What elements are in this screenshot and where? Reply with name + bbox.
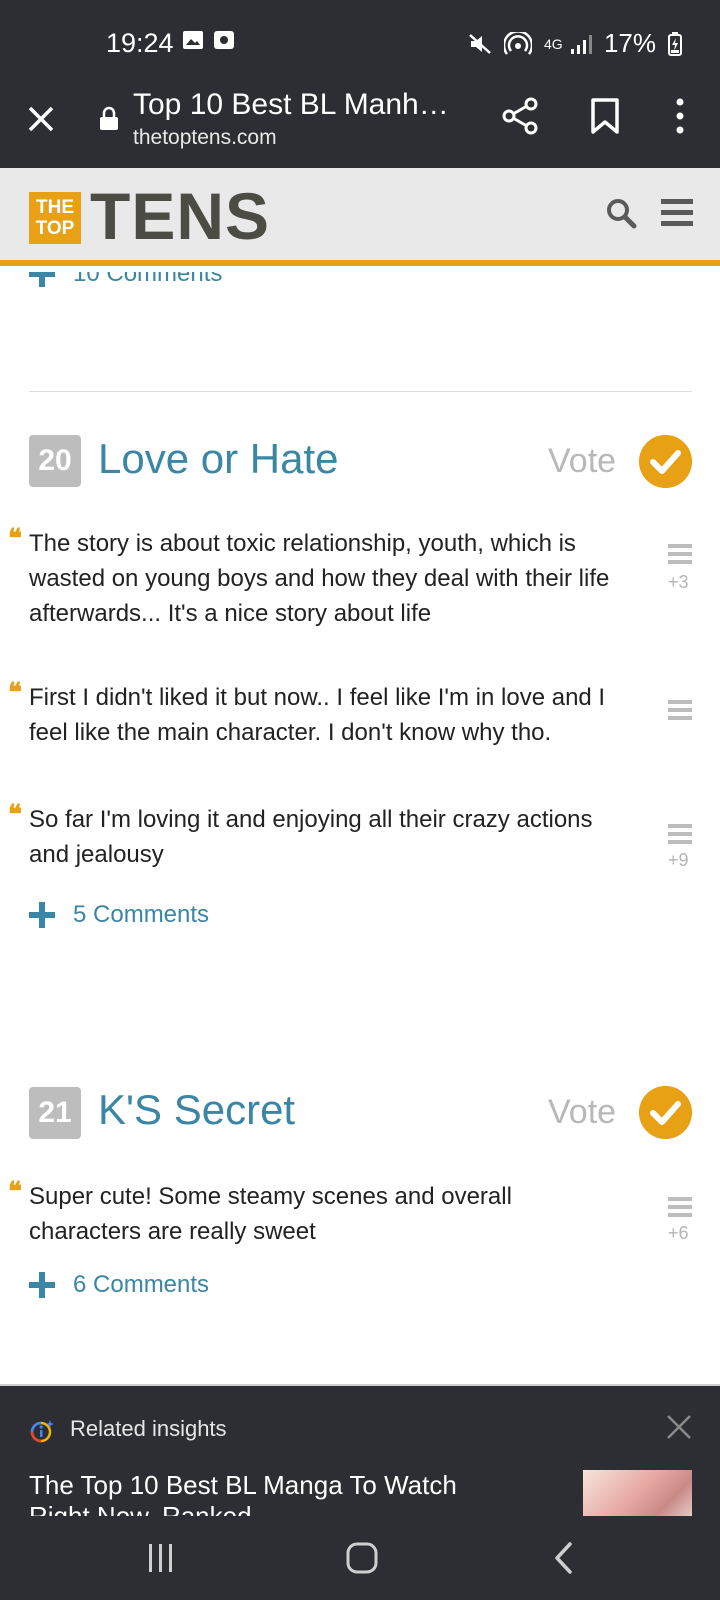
network-type: 4G bbox=[543, 35, 563, 52]
plus-icon bbox=[29, 1272, 55, 1298]
comments-link[interactable]: 5 Comments bbox=[29, 901, 209, 929]
comments-label: 6 Comments bbox=[73, 1271, 210, 1298]
screenshot-icon bbox=[214, 31, 234, 49]
page-url[interactable]: thetoptens.com bbox=[133, 126, 277, 150]
reason-vote-count: +3 bbox=[668, 572, 689, 592]
quote-text: So far I'm loving it and enjoying all th… bbox=[29, 806, 593, 868]
plus-icon bbox=[29, 272, 55, 287]
site-logo-badge[interactable]: THE TOP bbox=[29, 192, 81, 244]
home-icon[interactable] bbox=[346, 1542, 378, 1574]
quote-icon: ❝ bbox=[8, 800, 22, 830]
status-time: 19:24 bbox=[106, 28, 174, 58]
item-title[interactable]: K'S Secret bbox=[98, 1086, 295, 1134]
vote-label[interactable]: Vote bbox=[548, 442, 616, 481]
status-bar: 19:24 4G 17% bbox=[0, 0, 720, 88]
browser-toolbar: Top 10 Best BL Manh… thetoptens.com bbox=[0, 88, 720, 168]
quote-text: First I didn't liked it but now.. I feel… bbox=[29, 684, 606, 746]
comments-link[interactable]: 6 Comments bbox=[29, 1271, 209, 1299]
vote-label[interactable]: Vote bbox=[548, 1093, 616, 1132]
lock-icon bbox=[100, 106, 118, 130]
search-icon[interactable] bbox=[604, 196, 638, 230]
share-icon[interactable] bbox=[500, 96, 540, 136]
site-header: THE TOP TENS bbox=[0, 168, 720, 266]
item-title[interactable]: Love or Hate bbox=[98, 435, 338, 483]
list-content: 10 Comments 20 Love or Hate Vote ❝ The s… bbox=[0, 272, 720, 1384]
bookmark-icon[interactable] bbox=[588, 96, 622, 136]
hotspot-icon bbox=[503, 31, 532, 55]
page-title[interactable]: Top 10 Best BL Manh… bbox=[133, 88, 449, 122]
quote-text: Super cute! Some steamy scenes and overa… bbox=[29, 1183, 512, 1245]
quote-icon: ❝ bbox=[8, 524, 22, 554]
hamburger-menu-icon[interactable] bbox=[661, 198, 693, 228]
more-options-icon[interactable] bbox=[668, 96, 692, 136]
plus-icon bbox=[29, 902, 55, 928]
divider bbox=[29, 391, 692, 392]
logo-text-the: THE bbox=[36, 197, 74, 218]
related-article-thumbnail[interactable] bbox=[583, 1470, 692, 1516]
logo-text-top: TOP bbox=[35, 218, 75, 239]
system-nav-bar bbox=[0, 1516, 720, 1600]
related-insights-panel[interactable]: Related insights The Top 10 Best BL Mang… bbox=[0, 1384, 720, 1516]
vote-check-icon[interactable] bbox=[639, 1086, 692, 1139]
back-icon[interactable] bbox=[552, 1542, 576, 1574]
battery-percent: 17% bbox=[603, 28, 656, 58]
insights-icon bbox=[30, 1420, 54, 1443]
mute-icon bbox=[469, 33, 491, 54]
reason-menu-icon[interactable] bbox=[668, 700, 692, 724]
reason-menu-icon[interactable] bbox=[668, 824, 692, 848]
close-tab-icon[interactable] bbox=[24, 102, 60, 138]
quote-text: The story is about toxic relationship, y… bbox=[29, 530, 610, 627]
reason-menu-icon[interactable] bbox=[668, 544, 692, 568]
related-article-title[interactable]: The Top 10 Best BL Manga To Watch Right … bbox=[29, 1470, 509, 1516]
gallery-icon bbox=[183, 31, 203, 49]
quote-icon: ❝ bbox=[8, 1177, 22, 1207]
rank-badge: 20 bbox=[29, 435, 81, 487]
site-logo-text[interactable]: TENS bbox=[90, 178, 270, 254]
vote-check-icon[interactable] bbox=[639, 435, 692, 488]
quote-icon: ❝ bbox=[8, 678, 22, 708]
reason-vote-count: +6 bbox=[668, 1223, 689, 1243]
signal-icon bbox=[570, 34, 592, 54]
related-label: Related insights bbox=[70, 1416, 227, 1441]
battery-charging-icon bbox=[668, 31, 682, 56]
status-right: 4G 17% bbox=[468, 28, 682, 59]
rank-badge: 21 bbox=[29, 1087, 81, 1139]
reason-vote-count: +9 bbox=[668, 850, 689, 870]
comments-label: 5 Comments bbox=[73, 901, 210, 928]
comments-link-prev[interactable]: 10 Comments bbox=[29, 272, 222, 288]
close-icon[interactable] bbox=[666, 1414, 692, 1440]
reason-menu-icon[interactable] bbox=[668, 1197, 692, 1221]
recent-apps-icon[interactable] bbox=[146, 1542, 176, 1574]
comments-label: 10 Comments bbox=[73, 272, 223, 287]
